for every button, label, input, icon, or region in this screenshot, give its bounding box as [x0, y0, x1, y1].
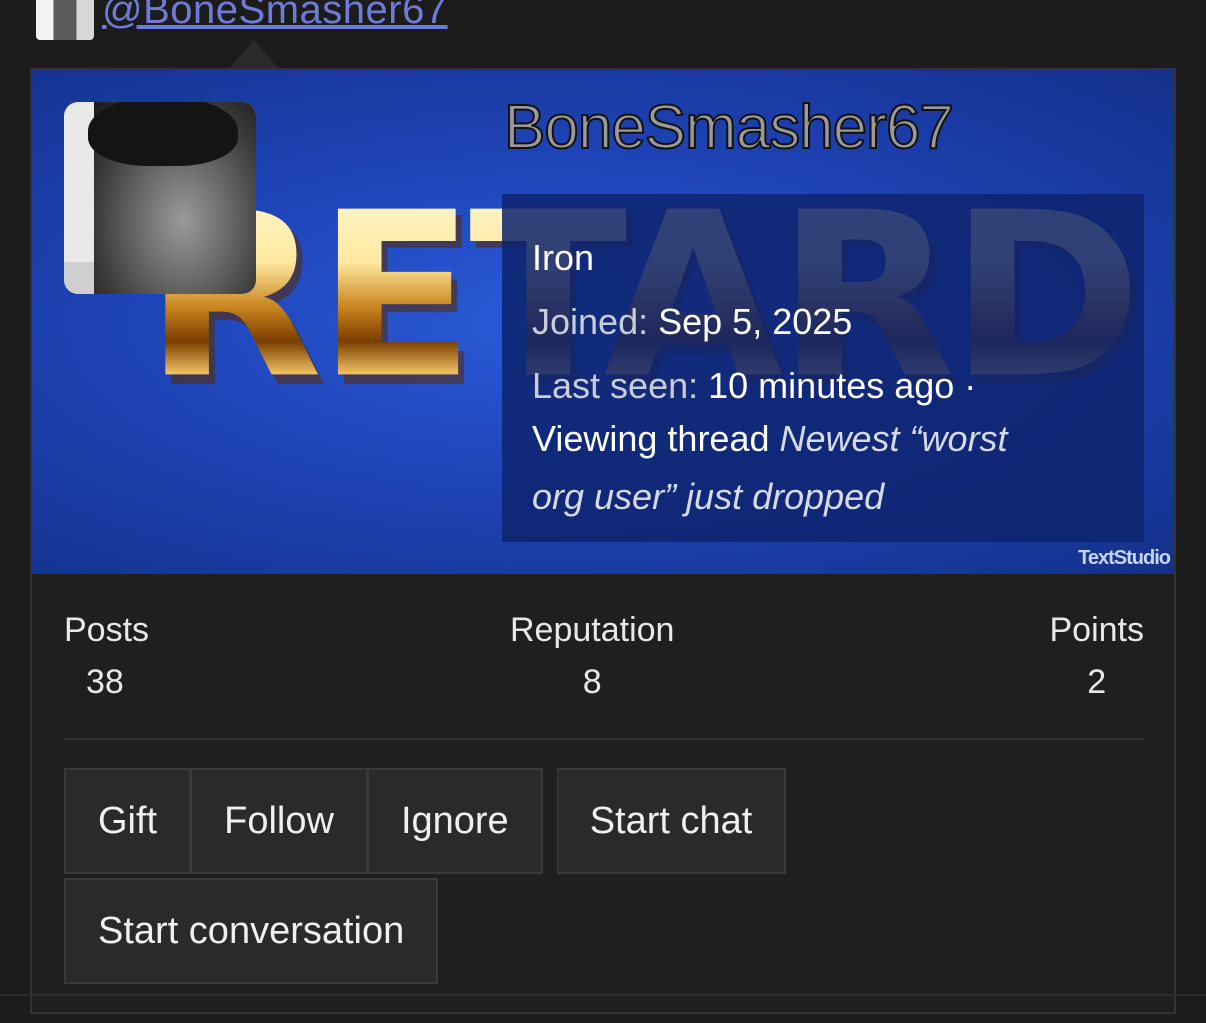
- stat-value: 38: [86, 663, 124, 701]
- stat-label: Points: [1049, 611, 1145, 649]
- stat-label: Reputation: [510, 611, 675, 649]
- page-divider: [0, 994, 1206, 996]
- user-rank: Iron: [532, 237, 595, 278]
- action-row-1: Gift Follow Ignore Start chat: [64, 768, 787, 874]
- start-chat-button[interactable]: Start chat: [556, 768, 787, 874]
- gift-button[interactable]: Gift: [64, 768, 192, 874]
- start-conversation-button[interactable]: Start conversation: [64, 878, 439, 984]
- last-seen-value: 10 minutes ago ·: [708, 365, 977, 406]
- stat-points[interactable]: Points 2: [1050, 606, 1145, 710]
- activity-line: Viewing thread Newest “worst org user” j…: [532, 410, 1114, 526]
- profile-banner: RETARD RETARD TextStudio BoneSmasher67 I…: [32, 70, 1174, 574]
- stat-value: 8: [582, 663, 602, 701]
- mini-avatar[interactable]: [36, 0, 94, 40]
- activity-prefix: Viewing thread: [532, 418, 770, 459]
- activity-thread-link[interactable]: Newest “worst: [780, 418, 1008, 459]
- action-row-2: Start conversation: [64, 878, 786, 984]
- activity-thread-link-cont[interactable]: org user” just dropped: [532, 476, 884, 517]
- member-actions: Gift Follow Ignore Start chat Start conv…: [64, 768, 787, 988]
- joined-line: Joined: Sep 5, 2025: [532, 290, 1114, 354]
- stat-posts[interactable]: Posts 38: [64, 606, 149, 710]
- avatar-hair: [88, 102, 238, 166]
- stat-value: 2: [1087, 663, 1107, 701]
- tooltip-caret: [228, 40, 280, 70]
- username[interactable]: BoneSmasher67: [503, 92, 955, 164]
- banner-watermark: TextStudio: [1078, 547, 1171, 569]
- ignore-button[interactable]: Ignore: [367, 768, 543, 874]
- stat-label: Posts: [64, 611, 150, 649]
- member-stats: Posts 38 Reputation 8 Points 2: [64, 606, 1144, 740]
- follow-button[interactable]: Follow: [191, 768, 368, 874]
- avatar-edge: [64, 262, 94, 294]
- mention-link[interactable]: @BoneSmasher67: [102, 0, 448, 30]
- last-seen-label: Last seen:: [532, 365, 699, 406]
- joined-value: Sep 5, 2025: [658, 301, 853, 342]
- last-seen-line: Last seen: 10 minutes ago ·: [532, 354, 1114, 418]
- mention-header: @BoneSmasher67: [36, 0, 448, 42]
- avatar[interactable]: [64, 102, 256, 294]
- stat-reputation: Reputation 8: [510, 606, 674, 710]
- user-info-box: Iron Joined: Sep 5, 2025 Last seen: 10 m…: [502, 194, 1144, 542]
- joined-label: Joined:: [532, 301, 649, 342]
- member-tooltip-card: RETARD RETARD TextStudio BoneSmasher67 I…: [30, 68, 1176, 1014]
